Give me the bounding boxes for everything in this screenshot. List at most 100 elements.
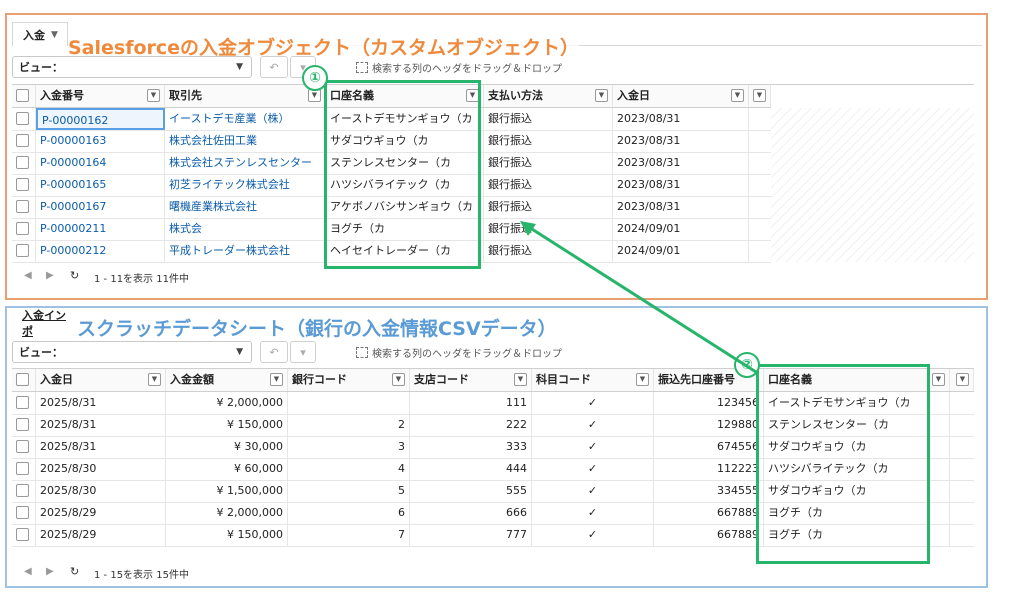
account-holder-cell[interactable]: サダコウギョウ（カ [764, 436, 950, 458]
payment-date-cell[interactable]: 2024/09/01 [613, 240, 749, 262]
payment-method-cell[interactable]: 銀行振込 [484, 240, 613, 262]
checkbox-icon[interactable] [16, 484, 29, 497]
col-header-extra[interactable]: ▼ [749, 85, 771, 107]
column-menu-icon[interactable]: ▼ [731, 89, 744, 102]
checkbox-icon[interactable] [16, 440, 29, 453]
dest-account-cell[interactable]: 129880 [654, 414, 764, 436]
top-tab[interactable]: 入金 ▼ [12, 22, 68, 46]
table-row[interactable]: P-00000211 株式会 ヨグチ（カ 銀行振込 2024/09/01 [12, 218, 771, 241]
payment-number-cell[interactable]: P-00000165 [36, 174, 165, 196]
subject-code-cell[interactable]: ✓ [532, 502, 654, 524]
dest-account-cell[interactable]: 667889 [654, 502, 764, 524]
payment-date-cell[interactable]: 2023/08/31 [613, 130, 749, 152]
amount-cell[interactable]: ¥ 2,000,000 [166, 392, 288, 414]
payment-date-cell[interactable]: 2024/09/01 [613, 218, 749, 240]
date-cell[interactable]: 2025/8/31 [36, 436, 166, 458]
payment-method-cell[interactable]: 銀行振込 [484, 152, 613, 174]
table-row[interactable]: P-00000212 平成トレーダー株式会社 ヘイセイトレーダー（カ 銀行振込 2024… [12, 240, 771, 263]
date-cell[interactable]: 2025/8/30 [36, 458, 166, 480]
checkbox-icon[interactable] [16, 244, 29, 257]
checkbox-icon[interactable] [16, 112, 29, 125]
col-header-subject-code[interactable]: 科目コード ▼ [532, 369, 654, 391]
col-header-payment-method[interactable]: 支払い方法 ▼ [484, 85, 613, 107]
amount-cell[interactable]: ¥ 2,000,000 [166, 502, 288, 524]
next-page-icon[interactable]: ▶ [46, 566, 54, 577]
col-header-extra[interactable]: ▼ [950, 369, 974, 391]
branch-code-cell[interactable]: 444 [410, 458, 532, 480]
next-page-icon[interactable]: ▶ [46, 270, 54, 281]
branch-code-cell[interactable]: 555 [410, 480, 532, 502]
checkbox-icon[interactable] [16, 89, 29, 102]
account-holder-cell[interactable]: ヨグチ（カ [764, 502, 950, 524]
account-holder-cell[interactable]: ヨグチ（カ [764, 524, 950, 546]
checkbox-icon[interactable] [16, 462, 29, 475]
account-holder-cell[interactable]: ハツシバライテック（カ [764, 458, 950, 480]
account-holder-cell[interactable]: サダコウギョウ（カ [326, 130, 484, 152]
checkbox-icon[interactable] [16, 156, 29, 169]
date-cell[interactable]: 2025/8/31 [36, 392, 166, 414]
bank-code-cell[interactable]: 6 [288, 502, 410, 524]
checkbox-icon[interactable] [16, 222, 29, 235]
column-menu-icon[interactable]: ▼ [956, 373, 969, 386]
col-header-branch-code[interactable]: 支店コード ▼ [410, 369, 532, 391]
table-row[interactable]: 2025/8/29 ¥ 150,000 7 777 ✓ 667889 ヨグチ（カ [12, 524, 974, 547]
table-row[interactable]: 2025/8/30 ¥ 60,000 4 444 ✓ 112223 ハツシバライテック（カ [12, 458, 974, 481]
payment-date-cell[interactable]: 2023/08/31 [613, 152, 749, 174]
payment-number-cell[interactable]: P-00000164 [36, 152, 165, 174]
payment-method-cell[interactable]: 銀行振込 [484, 218, 613, 240]
bottom-view-select[interactable]: ビュー： ▼ [12, 341, 252, 363]
column-menu-icon[interactable]: ▼ [148, 373, 161, 386]
checkbox-icon[interactable] [16, 200, 29, 213]
account-cell[interactable]: イーストデモ産業（株） [165, 108, 326, 130]
date-cell[interactable]: 2025/8/30 [36, 480, 166, 502]
col-header-date[interactable]: 入金日 ▼ [36, 369, 166, 391]
account-cell[interactable]: 株式会 [165, 218, 326, 240]
branch-code-cell[interactable]: 111 [410, 392, 532, 414]
account-holder-cell[interactable]: ヘイセイトレーダー（カ [326, 240, 484, 262]
account-cell[interactable]: 株式会社佐田工業 [165, 130, 326, 152]
branch-code-cell[interactable]: 777 [410, 524, 532, 546]
amount-cell[interactable]: ¥ 150,000 [166, 524, 288, 546]
account-holder-cell[interactable]: イーストデモサンギョウ（カ [326, 108, 484, 130]
subject-code-cell[interactable]: ✓ [532, 458, 654, 480]
date-cell[interactable]: 2025/8/29 [36, 524, 166, 546]
prev-page-icon[interactable]: ◀ [24, 270, 32, 281]
account-holder-cell[interactable]: ステンレスセンター（カ [764, 414, 950, 436]
column-menu-icon[interactable]: ▼ [753, 89, 766, 102]
checkbox-icon[interactable] [16, 134, 29, 147]
column-menu-icon[interactable]: ▼ [466, 89, 479, 102]
dest-account-cell[interactable]: 667889 [654, 524, 764, 546]
account-holder-cell[interactable]: ハツシバライテック（カ [326, 174, 484, 196]
dest-account-cell[interactable]: 334555 [654, 480, 764, 502]
account-cell[interactable]: 初芝ライテック株式会社 [165, 174, 326, 196]
payment-method-cell[interactable]: 銀行振込 [484, 108, 613, 130]
checkbox-icon[interactable] [16, 506, 29, 519]
amount-cell[interactable]: ¥ 60,000 [166, 458, 288, 480]
payment-date-cell[interactable]: 2023/08/31 [613, 108, 749, 130]
bank-code-cell[interactable]: 2 [288, 414, 410, 436]
column-menu-icon[interactable]: ▼ [595, 89, 608, 102]
payment-method-cell[interactable]: 銀行振込 [484, 196, 613, 218]
refresh-icon[interactable]: ↻ [70, 565, 79, 578]
dest-account-cell[interactable]: 112223 [654, 458, 764, 480]
subject-code-cell[interactable]: ✓ [532, 392, 654, 414]
column-menu-icon[interactable]: ▼ [392, 373, 405, 386]
bottom-menu-button[interactable]: ▾ [290, 341, 316, 363]
column-menu-icon[interactable]: ▼ [147, 89, 160, 102]
date-cell[interactable]: 2025/8/29 [36, 502, 166, 524]
account-holder-cell[interactable]: サダコウギョウ（カ [764, 480, 950, 502]
column-menu-icon[interactable]: ▼ [636, 373, 649, 386]
checkbox-icon[interactable] [16, 528, 29, 541]
branch-code-cell[interactable]: 666 [410, 502, 532, 524]
checkbox-icon[interactable] [16, 418, 29, 431]
payment-number-cell[interactable]: P-00000167 [36, 196, 165, 218]
payment-method-cell[interactable]: 銀行振込 [484, 130, 613, 152]
bank-code-cell[interactable]: 7 [288, 524, 410, 546]
col-header-payment-date[interactable]: 入金日 ▼ [613, 85, 749, 107]
bottom-undo-button[interactable]: ↶ [260, 341, 288, 363]
payment-date-cell[interactable]: 2023/08/31 [613, 174, 749, 196]
account-holder-cell[interactable]: アケボノバシサンギョウ（カ [326, 196, 484, 218]
branch-code-cell[interactable]: 222 [410, 414, 532, 436]
table-row[interactable]: 2025/8/31 ¥ 150,000 2 222 ✓ 129880 ステンレスセンター（カ [12, 414, 974, 437]
dest-account-cell[interactable]: 123456 [654, 392, 764, 414]
